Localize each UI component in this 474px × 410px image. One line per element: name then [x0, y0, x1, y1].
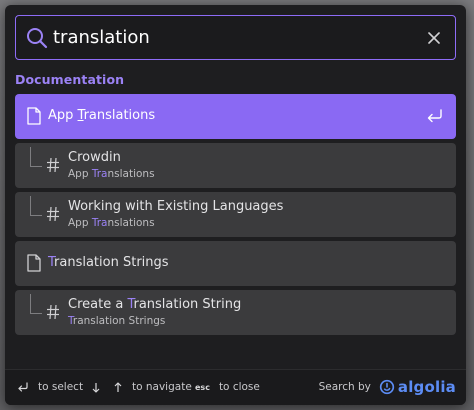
close-label: to close: [218, 381, 260, 393]
hit-path: App Translations: [68, 217, 155, 229]
tree-connector: [30, 147, 42, 167]
arrow-down-icon: [92, 382, 100, 393]
hit-title: Working with Existing Languages: [68, 199, 284, 214]
search-by-algolia[interactable]: Search by algolia: [319, 378, 456, 396]
clear-search-button[interactable]: [423, 27, 445, 49]
search-hit-create-a-translation-string[interactable]: Create a Translation String Translation …: [15, 290, 456, 335]
docsearch-modal: Documentation App Translations Crowdin A…: [5, 5, 466, 405]
hash-icon: [47, 157, 59, 173]
enter-icon: [427, 109, 442, 123]
hit-path: Translation Strings: [68, 315, 166, 327]
hit-path: App Translations: [68, 168, 155, 180]
navigate-command: to navigate: [91, 381, 192, 393]
esc-key: esc: [195, 382, 210, 392]
enter-icon: [18, 381, 28, 392]
select-label: to select: [38, 381, 84, 393]
tree-connector: [30, 196, 42, 216]
arrow-up-icon: [114, 381, 122, 392]
hit-title: Create a Translation String: [68, 297, 242, 312]
search-hit-translation-strings[interactable]: Translation Strings: [15, 241, 456, 286]
navigate-label: to navigate: [132, 381, 192, 393]
hit-title: App Translations: [48, 108, 156, 123]
search-hit-app-translations[interactable]: App Translations: [15, 94, 456, 139]
hit-title: Translation Strings: [48, 255, 169, 270]
hash-icon: [47, 206, 59, 222]
search-input[interactable]: [53, 16, 413, 59]
search-hit-working-with-existing-languages[interactable]: Working with Existing Languages App Tran…: [15, 192, 456, 237]
search-by-label: Search by: [318, 381, 371, 393]
document-icon: [27, 107, 41, 125]
search-icon: [27, 28, 48, 49]
close-icon: [428, 32, 440, 44]
hit-title: Crowdin: [68, 150, 121, 165]
tree-connector: [30, 294, 42, 314]
search-hit-crowdin[interactable]: Crowdin App Translations: [15, 143, 456, 188]
search-bar: [15, 15, 456, 60]
search-footer: to select to navigate esc to close Searc…: [5, 369, 466, 405]
document-icon: [27, 254, 41, 272]
algolia-icon: [379, 379, 395, 395]
algolia-logo: algolia: [397, 378, 456, 396]
select-command: to select: [17, 381, 83, 393]
hash-icon: [47, 304, 59, 320]
close-command: esc to close: [195, 381, 260, 393]
section-title: Documentation: [15, 72, 125, 87]
